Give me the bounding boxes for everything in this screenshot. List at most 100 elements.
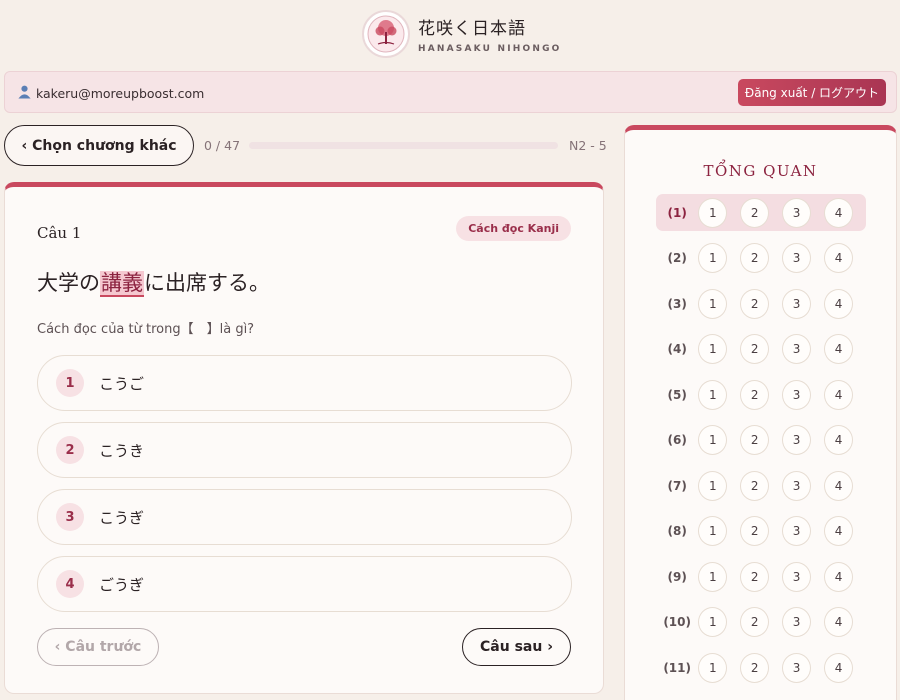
user-email: kakeru@moreupboost.com: [36, 85, 205, 101]
user-icon: [17, 84, 32, 102]
overview-row: (1) 1 2 3 4: [656, 194, 866, 231]
option-text: こうご: [99, 374, 145, 393]
overview-row: (4) 1 2 3 4: [656, 331, 866, 368]
option-text: こうぎ: [99, 508, 145, 527]
overview-question-number[interactable]: (7): [656, 479, 698, 493]
answer-options: 1 こうご 2 こうき 3 こうぎ 4 ごうぎ: [37, 355, 572, 623]
overview-answer-bubble[interactable]: 3: [782, 197, 812, 228]
overview-question-number[interactable]: (4): [656, 342, 698, 356]
overview-answer-bubble[interactable]: 1: [698, 607, 728, 637]
answer-option-4[interactable]: 4 ごうぎ: [37, 556, 572, 612]
overview-answer-bubble[interactable]: 3: [782, 607, 812, 637]
overview-answer-bubble[interactable]: 4: [824, 197, 853, 228]
question-type-badge: Cách đọc Kanji: [456, 216, 571, 241]
overview-answer-bubble[interactable]: 3: [782, 334, 812, 364]
overview-answer-bubble[interactable]: 4: [824, 243, 853, 273]
question-sentence: 大学の講義に出席する。: [37, 267, 270, 297]
overview-answer-bubble[interactable]: 2: [740, 652, 770, 683]
overview-question-number[interactable]: (11): [656, 661, 698, 675]
overview-row: (2) 1 2 3 4: [656, 240, 866, 277]
overview-answer-bubble[interactable]: 1: [698, 197, 728, 228]
overview-answer-bubble[interactable]: 2: [740, 379, 770, 410]
option-number: 2: [56, 436, 84, 464]
overview-answer-bubble[interactable]: 4: [824, 652, 853, 683]
overview-answer-bubble[interactable]: 2: [740, 288, 770, 319]
overview-question-number[interactable]: (8): [656, 524, 698, 538]
overview-answer-bubble[interactable]: 1: [698, 516, 728, 546]
overview-answer-bubble[interactable]: 3: [782, 243, 812, 273]
overview-answer-bubble[interactable]: 3: [782, 425, 812, 455]
brand: 花咲く日本語 HANASAKU NIHONGO: [362, 9, 562, 59]
overview-answer-bubble[interactable]: 2: [740, 516, 770, 546]
overview-answer-bubble[interactable]: 4: [824, 425, 853, 455]
overview-answer-bubble[interactable]: 2: [740, 470, 770, 501]
logout-button[interactable]: Đăng xuất / ログアウト: [738, 79, 886, 106]
question-card: Câu 1 Cách đọc Kanji 大学の講義に出席する。 Cách đọ…: [4, 182, 604, 694]
sentence-before: 大学の: [37, 271, 100, 295]
overview-question-number[interactable]: (6): [656, 433, 698, 447]
overview-row: (11) 1 2 3 4: [656, 649, 866, 686]
overview-answer-bubble[interactable]: 4: [824, 379, 853, 410]
overview-answer-bubble[interactable]: 4: [824, 470, 853, 501]
overview-question-number[interactable]: (2): [656, 251, 698, 265]
option-number: 1: [56, 369, 84, 397]
overview-row: (9) 1 2 3 4: [656, 558, 866, 595]
option-text: こうき: [99, 441, 145, 460]
overview-answer-bubble[interactable]: 1: [698, 470, 728, 501]
overview-answer-bubble[interactable]: 1: [698, 652, 728, 683]
brand-name-jp: 花咲く日本語: [418, 19, 526, 39]
tree-logo-icon: [362, 10, 410, 58]
question-instruction: Cách đọc của từ trong【 】là gì?: [37, 322, 255, 337]
overview-answer-bubble[interactable]: 1: [698, 561, 728, 592]
overview-row: (5) 1 2 3 4: [656, 376, 866, 413]
choose-chapter-button[interactable]: ‹ Chọn chương khác: [4, 125, 194, 166]
overview-panel: TỔNG QUAN (1) 1 2 3 4 (2) 1 2 3 4 (3) 1 2 3 4 (4) 1 2 3 4 (5…: [624, 125, 897, 700]
overview-answer-bubble[interactable]: 4: [824, 607, 853, 637]
overview-answer-bubble[interactable]: 2: [740, 334, 770, 364]
question-number: Câu 1: [37, 224, 82, 242]
overview-answer-bubble[interactable]: 3: [782, 470, 812, 501]
overview-question-number[interactable]: (1): [656, 206, 698, 220]
overview-answer-bubble[interactable]: 4: [824, 334, 853, 364]
progress-count: 0 / 47: [204, 138, 241, 153]
overview-answer-bubble[interactable]: 1: [698, 243, 728, 273]
overview-answer-bubble[interactable]: 2: [740, 607, 770, 637]
answer-option-1[interactable]: 1 こうご: [37, 355, 572, 411]
previous-question-button[interactable]: ‹ Câu trước: [37, 628, 159, 666]
overview-answer-bubble[interactable]: 3: [782, 652, 812, 683]
overview-question-number[interactable]: (3): [656, 297, 698, 311]
option-text: ごうぎ: [99, 575, 145, 594]
overview-answer-bubble[interactable]: 3: [782, 288, 812, 319]
overview-answer-bubble[interactable]: 2: [740, 561, 770, 592]
overview-question-number[interactable]: (10): [656, 615, 698, 629]
overview-row: (7) 1 2 3 4: [656, 467, 866, 504]
overview-question-number[interactable]: (9): [656, 570, 698, 584]
overview-row: (6) 1 2 3 4: [656, 422, 866, 459]
overview-answer-bubble[interactable]: 2: [740, 425, 770, 455]
answer-option-3[interactable]: 3 こうぎ: [37, 489, 572, 545]
brand-name-latin: HANASAKU NIHONGO: [418, 44, 562, 54]
answer-option-2[interactable]: 2 こうき: [37, 422, 572, 478]
overview-answer-bubble[interactable]: 4: [824, 288, 853, 319]
overview-answer-bubble[interactable]: 3: [782, 379, 812, 410]
user-bar: kakeru@moreupboost.com Đăng xuất / ログアウト: [4, 71, 897, 113]
overview-answer-bubble[interactable]: 2: [740, 243, 770, 273]
overview-row: (10) 1 2 3 4: [656, 604, 866, 641]
overview-question-number[interactable]: (5): [656, 388, 698, 402]
overview-answer-bubble[interactable]: 1: [698, 425, 728, 455]
overview-answer-bubble[interactable]: 2: [740, 197, 770, 228]
overview-row: (8) 1 2 3 4: [656, 513, 866, 550]
overview-answer-bubble[interactable]: 3: [782, 516, 812, 546]
overview-title: TỔNG QUAN: [703, 162, 818, 180]
level-label: N2 - 5: [569, 138, 607, 153]
option-number: 3: [56, 503, 84, 531]
overview-answer-bubble[interactable]: 4: [824, 561, 853, 592]
overview-answer-bubble[interactable]: 1: [698, 379, 728, 410]
overview-answer-bubble[interactable]: 1: [698, 288, 728, 319]
overview-answer-bubble[interactable]: 1: [698, 334, 728, 364]
overview-grid: (1) 1 2 3 4 (2) 1 2 3 4 (3) 1 2 3 4 (4) 1 2 3 4 (5) 1 2 3 4 (6) 1 2…: [656, 194, 866, 695]
overview-answer-bubble[interactable]: 4: [824, 516, 853, 546]
progress-bar: [249, 142, 558, 149]
overview-answer-bubble[interactable]: 3: [782, 561, 812, 592]
next-question-button[interactable]: Câu sau ›: [462, 628, 571, 666]
